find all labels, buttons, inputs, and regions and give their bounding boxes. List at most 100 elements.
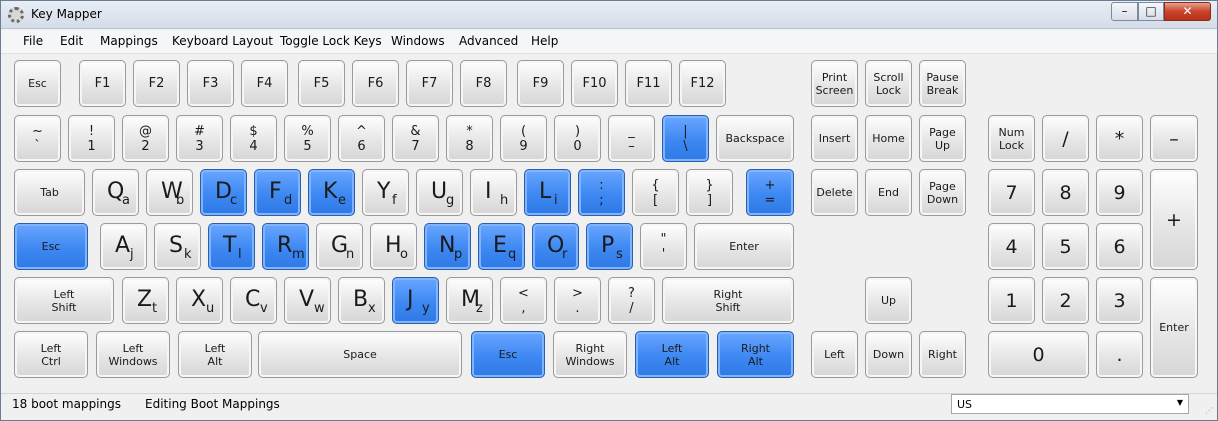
key-semicolon[interactable]: Ps [586,223,633,270]
key-right-alt-key[interactable]: Esc [471,331,545,378]
key-n[interactable]: Jy [392,277,439,324]
key-c[interactable]: Cv [230,277,277,324]
key-x[interactable]: Xu [176,277,223,324]
key-y[interactable]: Yf [362,169,409,216]
key-tab[interactable]: Tab [14,169,85,216]
menu-toggle-lock-keys[interactable]: Toggle Lock Keys [280,34,382,48]
key-o[interactable]: Li [524,169,571,216]
key-v[interactable]: Vw [284,277,331,324]
key-f6[interactable]: F6 [352,60,399,107]
menu-file[interactable]: File [23,34,43,48]
key-p[interactable]: :; [578,169,625,216]
maximize-button[interactable]: □ [1138,2,1164,21]
key-num-8[interactable]: 8 [1042,169,1089,216]
close-button[interactable]: ✕ [1164,2,1211,21]
menu-keyboard-layout[interactable]: Keyboard Layout [172,34,273,48]
key-q[interactable]: Qa [92,169,139,216]
key-num-minus[interactable]: – [1150,115,1198,162]
key-right-ctrl[interactable]: Right Alt [717,331,794,378]
key-m[interactable]: Mz [446,277,493,324]
key-left-alt[interactable]: Left Alt [178,331,252,378]
key-insert[interactable]: Insert [811,115,858,162]
key-backspace[interactable]: Backspace [716,115,794,162]
key-pause-break[interactable]: Pause Break [919,60,966,107]
key-scroll-lock[interactable]: Scroll Lock [865,60,912,107]
key-d[interactable]: Tl [208,223,255,270]
minimize-button[interactable]: – [1111,2,1138,21]
key-f10[interactable]: F10 [571,60,618,107]
key-7[interactable]: & 7 [392,115,439,162]
key-s[interactable]: Sk [154,223,201,270]
key-page-down[interactable]: Page Down [919,169,966,216]
key-f8[interactable]: F8 [460,60,507,107]
key-delete[interactable]: Delete [811,169,858,216]
key-f3[interactable]: F3 [187,60,234,107]
key-right[interactable]: Right [919,331,966,378]
key-4[interactable]: $4 [230,115,277,162]
key-0[interactable]: ) 0 [554,115,601,162]
key-w[interactable]: Wb [146,169,193,216]
key-comma[interactable]: <, [500,277,547,324]
key-backslash[interactable]: + = [746,169,794,216]
key-minus[interactable]: _ – [608,115,655,162]
key-num-4[interactable]: 4 [988,223,1035,270]
key-1[interactable]: ! 1 [68,115,115,162]
key-slash[interactable]: ? / [608,277,655,324]
key-3[interactable]: #3 [176,115,223,162]
menu-help[interactable]: Help [531,34,558,48]
key-k[interactable]: Eq [478,223,525,270]
key-f2[interactable]: F2 [133,60,180,107]
key-9[interactable]: (9 [500,115,547,162]
key-a[interactable]: Aj [100,223,147,270]
key-e[interactable]: Dc [200,169,247,216]
keyboard-layout-select[interactable]: US ▼ [951,394,1189,414]
key-num-decimal[interactable]: . [1096,331,1143,378]
key-u[interactable]: Ug [416,169,463,216]
key-num-plus[interactable]: + [1150,169,1198,270]
menu-windows[interactable]: Windows [391,34,445,48]
key-esc[interactable]: Esc [14,60,61,107]
key-num-3[interactable]: 3 [1096,277,1143,324]
key-r[interactable]: Fd [254,169,301,216]
resize-grip-icon[interactable]: ⋰ [1205,406,1215,416]
key-b[interactable]: Bx [338,277,385,324]
menu-mappings[interactable]: Mappings [100,34,158,48]
key-num-1[interactable]: 1 [988,277,1035,324]
key-h[interactable]: Ho [370,223,417,270]
key-f9[interactable]: F9 [517,60,564,107]
key-f[interactable]: Rm [262,223,309,270]
key-f1[interactable]: F1 [79,60,126,107]
key-page-up[interactable]: Page Up [919,115,966,162]
key-lbracket[interactable]: {[ [632,169,679,216]
key-g[interactable]: Gn [316,223,363,270]
key-f12[interactable]: F12 [679,60,726,107]
key-left-ctrl[interactable]: Left Ctrl [14,331,88,378]
key-right-windows[interactable]: Right Windows [553,331,627,378]
key-f11[interactable]: F11 [625,60,672,107]
key-space[interactable]: Space [258,331,462,378]
key-num-7[interactable]: 7 [988,169,1035,216]
key-quote[interactable]: " ' [640,223,687,270]
key-f5[interactable]: F5 [298,60,345,107]
key-j[interactable]: Np [424,223,471,270]
key-left-windows[interactable]: Left Windows [96,331,170,378]
key-up[interactable]: Up [865,277,912,324]
key-num-0[interactable]: 0 [988,331,1089,378]
key-down[interactable]: Down [865,331,912,378]
key-num-2[interactable]: 2 [1042,277,1089,324]
key-num-multiply[interactable]: * [1096,115,1143,162]
key-2[interactable]: @2 [122,115,169,162]
key-num-9[interactable]: 9 [1096,169,1143,216]
key-left-shift[interactable]: Left Shift [14,277,114,324]
key-i[interactable]: Ih [470,169,517,216]
key-z[interactable]: Zt [122,277,169,324]
key-5[interactable]: % 5 [284,115,331,162]
key-menu-key[interactable]: Left Alt [635,331,709,378]
menu-advanced[interactable]: Advanced [459,34,518,48]
menu-edit[interactable]: Edit [60,34,83,48]
key-equals[interactable]: | \ [662,115,709,162]
key-num-5[interactable]: 5 [1042,223,1089,270]
key-enter[interactable]: Enter [694,223,794,270]
key-l[interactable]: Or [532,223,579,270]
key-caps-lock[interactable]: Esc [14,223,88,270]
